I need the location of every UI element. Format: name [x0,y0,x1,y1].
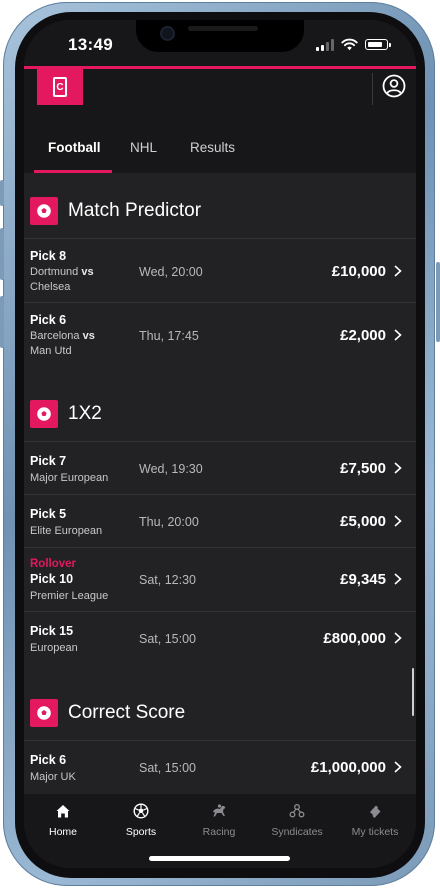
chevron-right-icon [394,632,402,644]
pick-label: Pick 6 [30,753,67,767]
section-header-match-predictor: Match Predictor [24,186,416,236]
jackpot-amount: £1,000,000 [310,759,386,776]
pick-label: Pick 5 [30,507,67,521]
kickoff-time: Wed, 20:00 [139,265,203,279]
home-icon [54,802,72,820]
cellular-signal-icon [316,38,334,51]
camera-icon [162,28,173,39]
game-row[interactable]: Rollover Pick 10 Premier League Sat, 12:… [24,547,416,611]
nav-syndicates[interactable]: Syndicates [258,802,336,838]
chevron-right-icon [394,329,402,341]
game-row[interactable]: Pick 7 Major European Wed, 19:30 £7,500 [24,441,416,494]
chevron-right-icon [394,761,402,773]
jackpot-amount: £5,000 [340,513,386,530]
game-row[interactable]: Pick 15 European Sat, 15:00 £800,000 [24,611,416,667]
section-header-1x2: 1X2 [24,389,416,439]
pick-label: Pick 6 [30,313,67,327]
ticket-icon [366,802,384,820]
screen: 13:49 C Football NHL Results Match Predi… [24,20,416,868]
kickoff-time: Sat, 15:00 [139,761,196,775]
status-time: 13:49 [68,35,113,54]
nav-label: Syndicates [271,826,323,838]
status-bar: 13:49 [24,20,416,66]
chevron-right-icon [394,462,402,474]
fixture: Dortmund vs Chelsea [30,266,94,293]
tab-results[interactable]: Results [190,140,235,155]
kickoff-time: Thu, 20:00 [139,515,199,529]
pick-label: Pick 10 [30,572,74,586]
nav-label: Home [48,826,77,838]
game-row[interactable]: Pick 8 Dortmund vs Chelsea Wed, 20:00 £10… [24,238,416,302]
jackpot-amount: £800,000 [323,630,386,647]
pick-label: Pick 15 [30,624,74,638]
volume-up-button [0,228,4,280]
rollover-badge: Rollover [30,558,77,570]
chevron-right-icon [394,515,402,527]
account-icon[interactable] [382,74,406,98]
nav-label: Racing [202,826,236,838]
header-divider [372,73,373,105]
jackpot-amount: £10,000 [331,263,386,280]
section-title: Correct Score [68,702,186,723]
chevron-right-icon [394,265,402,277]
competition: Major UK [30,771,76,783]
scrollbar[interactable] [412,668,414,716]
wifi-icon [341,38,358,51]
tab-football[interactable]: Football [48,140,101,155]
game-row[interactable]: Pick 5 Elite European Thu, 20:00 £5,000 [24,494,416,547]
competition: Major European [30,472,109,484]
pick-label: Pick 7 [30,454,67,468]
football-icon [30,400,58,428]
logo-letter: C [53,77,67,97]
jackpot-amount: £2,000 [340,327,386,344]
nav-my-tickets[interactable]: My tickets [336,802,414,838]
battery-icon [365,39,391,50]
football-icon [132,802,150,820]
competition: European [30,642,78,654]
football-icon [30,197,58,225]
chevron-right-icon [394,573,402,585]
active-tab-indicator [34,170,112,173]
speaker-grille [188,26,258,31]
nav-racing[interactable]: Racing [180,802,258,838]
notch [136,20,304,52]
football-icon [30,699,58,727]
kickoff-time: Thu, 17:45 [139,329,199,343]
game-row[interactable]: Pick 6 Major UK Sat, 15:00 £1,000,000 [24,740,416,796]
competition: Premier League [30,590,109,602]
game-row[interactable]: Pick 6 Barcelona vs Man Utd Thu, 17:45 £2… [24,302,416,366]
power-button [436,262,440,342]
section-title: 1X2 [68,403,102,424]
nav-home[interactable]: Home [24,802,102,838]
horse-racing-icon [210,802,228,820]
jackpot-amount: £9,345 [340,571,386,588]
mute-switch [0,180,4,206]
volume-down-button [0,296,4,348]
kickoff-time: Sat, 12:30 [139,573,196,587]
section-header-correct-score: Correct Score [24,688,416,738]
brand-logo[interactable]: C [37,69,83,105]
syndicates-icon [288,802,306,820]
status-icons [316,38,391,51]
jackpot-amount: £7,500 [340,460,386,477]
section-title: Match Predictor [68,200,202,221]
competition: Elite European [30,525,103,537]
pick-label: Pick 8 [30,249,67,263]
nav-label: Sports [125,826,157,838]
home-indicator[interactable] [149,856,290,861]
kickoff-time: Wed, 19:30 [139,462,203,476]
fixture: Barcelona vs Man Utd [30,330,95,357]
nav-label: My tickets [351,826,399,838]
nav-sports[interactable]: Sports [102,802,180,838]
kickoff-time: Sat, 15:00 [139,632,196,646]
tab-nhl[interactable]: NHL [130,140,157,155]
